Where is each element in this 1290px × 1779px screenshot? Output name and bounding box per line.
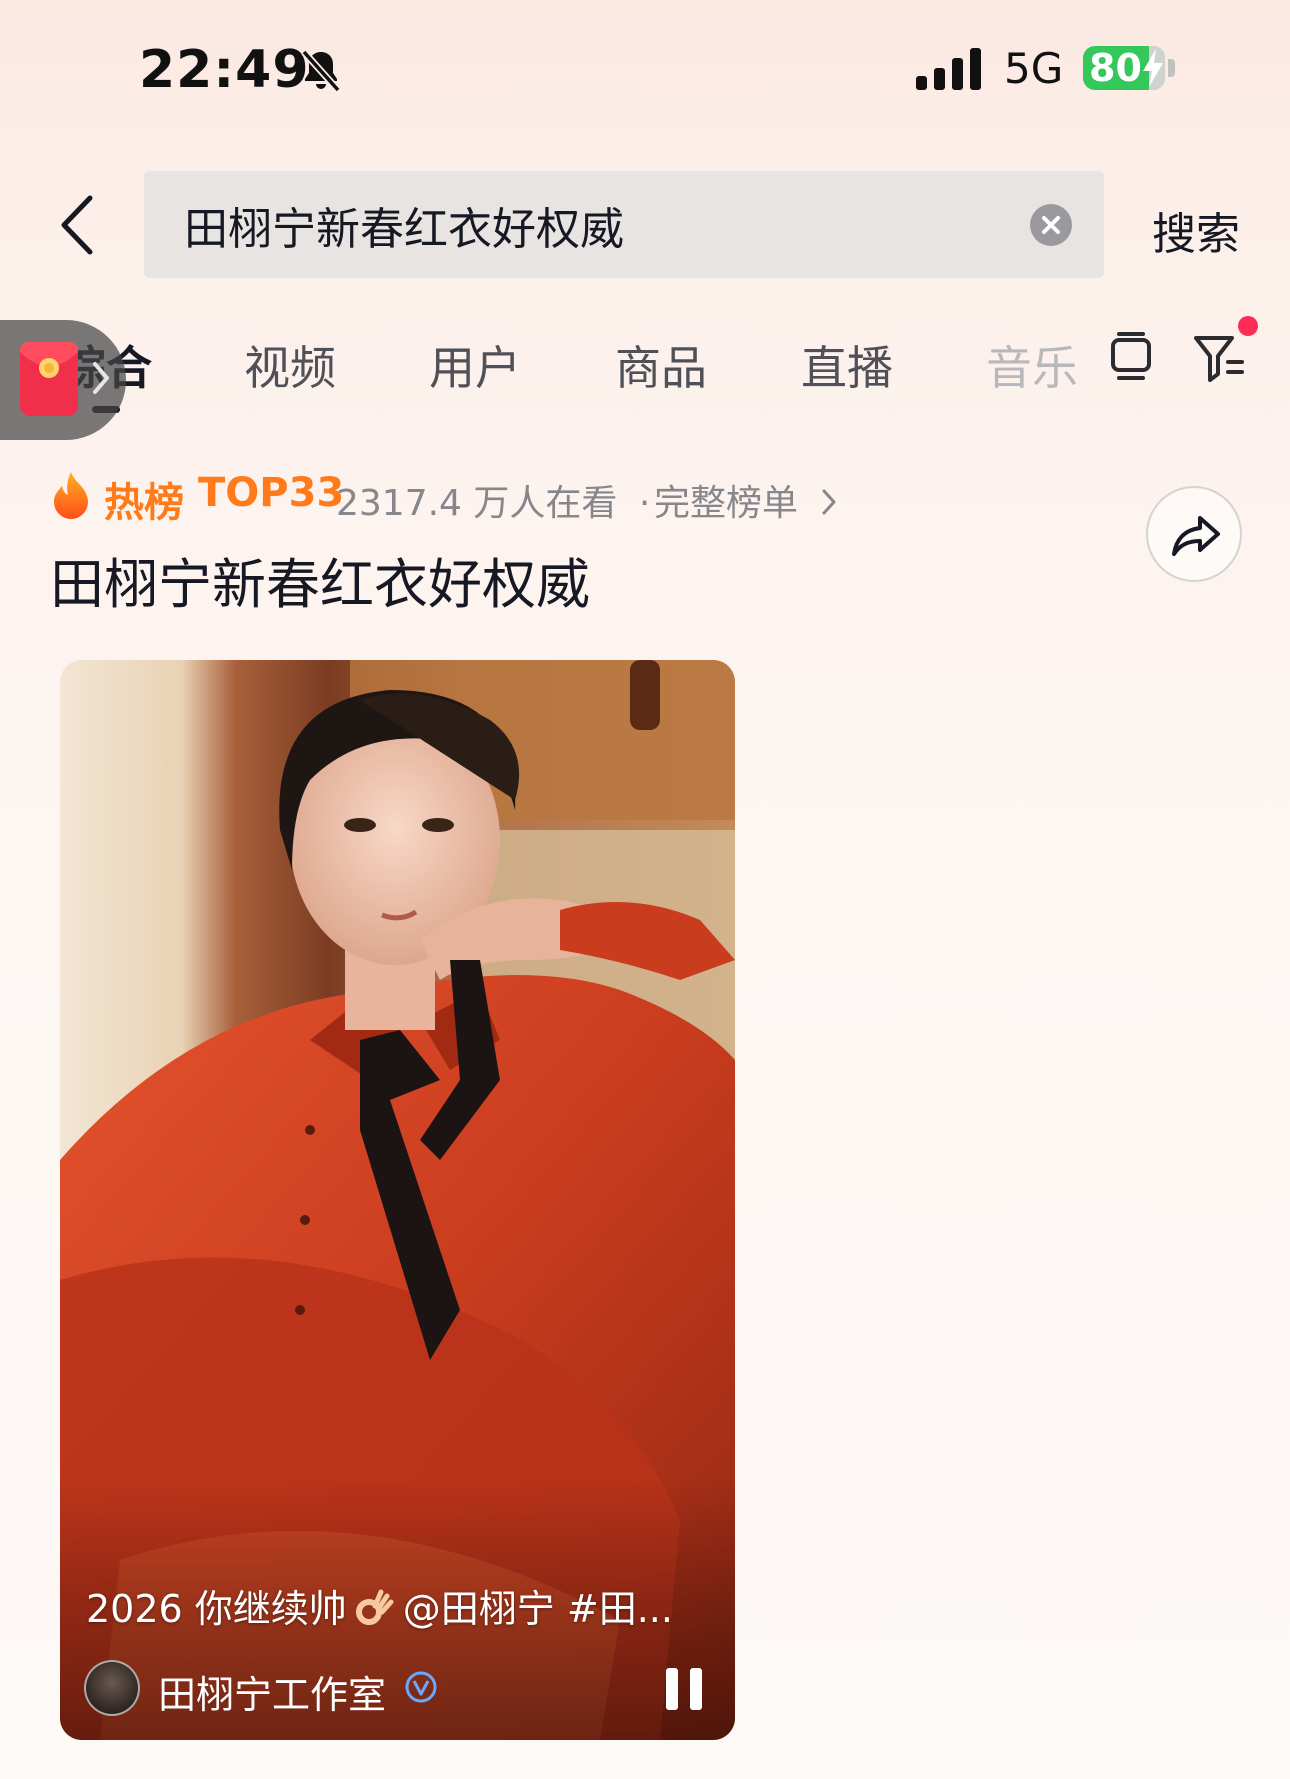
share-arrow-icon — [1172, 516, 1220, 556]
hot-list-label: 热榜 — [104, 480, 184, 526]
charging-bolt-icon — [1143, 49, 1163, 87]
tab-users[interactable]: 用户 — [429, 332, 521, 398]
red-packet-floating-entry[interactable] — [0, 320, 126, 440]
topic-title: 田栩宁新春红衣好权威 — [50, 553, 590, 616]
battery-cap — [1168, 59, 1175, 77]
search-result-tabs: 综合 视频 用户 商品 直播 音乐 — [0, 320, 1290, 430]
red-packet-icon — [20, 342, 78, 416]
back-button[interactable] — [50, 190, 110, 260]
mini-panel-icon[interactable] — [1107, 330, 1155, 382]
tab-products[interactable]: 商品 — [615, 332, 707, 398]
hot-rank-badge: TOP33 — [198, 470, 345, 516]
share-button[interactable] — [1146, 486, 1242, 582]
battery-percent: 80 — [1089, 46, 1142, 90]
full-ranking-link[interactable]: 完整榜单 — [654, 474, 839, 526]
ok-hand-emoji-icon — [355, 1589, 394, 1625]
bell-muted-icon — [301, 49, 341, 93]
tab-video[interactable]: 视频 — [244, 332, 336, 398]
viewer-count-text: 2317.4 万人在看 — [336, 483, 618, 524]
search-button[interactable]: 搜索 — [1152, 198, 1240, 262]
filter-notification-dot — [1238, 316, 1258, 336]
author-name[interactable]: 田栩宁工作室 — [158, 1664, 386, 1719]
tab-music[interactable]: 音乐 — [986, 332, 1078, 398]
video-card[interactable]: 2026 你继续帅 @田栩宁 #田... 田栩宁工作室 — [60, 660, 735, 1740]
viewer-count: 2317.4 万人在看 · — [336, 474, 650, 526]
tab-live[interactable]: 直播 — [801, 332, 893, 398]
cellular-signal-icon — [916, 48, 981, 90]
video-caption: 2026 你继续帅 @田栩宁 #田... — [86, 1578, 706, 1633]
clear-icon[interactable] — [1030, 204, 1072, 246]
pause-icon[interactable] — [664, 1666, 704, 1712]
status-bar: 22:49 5G 80 — [0, 0, 1290, 140]
status-time: 22:49 — [139, 40, 310, 100]
chevron-right-icon — [822, 489, 836, 515]
chevron-right-icon — [93, 362, 109, 394]
video-caption-text: 2026 你继续帅 — [86, 1587, 347, 1631]
video-caption-mentions: @田栩宁 #田... — [402, 1587, 673, 1631]
search-input[interactable] — [184, 171, 1004, 278]
verified-badge-icon — [405, 1671, 437, 1703]
network-type: 5G — [1004, 44, 1064, 93]
avatar[interactable] — [84, 1660, 140, 1716]
clear-x-glyph — [1042, 216, 1060, 234]
flame-icon — [54, 472, 88, 519]
full-ranking-label: 完整榜单 — [654, 483, 799, 524]
filter-icon[interactable] — [1192, 330, 1246, 384]
separator-dot: · — [638, 483, 651, 524]
search-box[interactable] — [144, 171, 1104, 278]
